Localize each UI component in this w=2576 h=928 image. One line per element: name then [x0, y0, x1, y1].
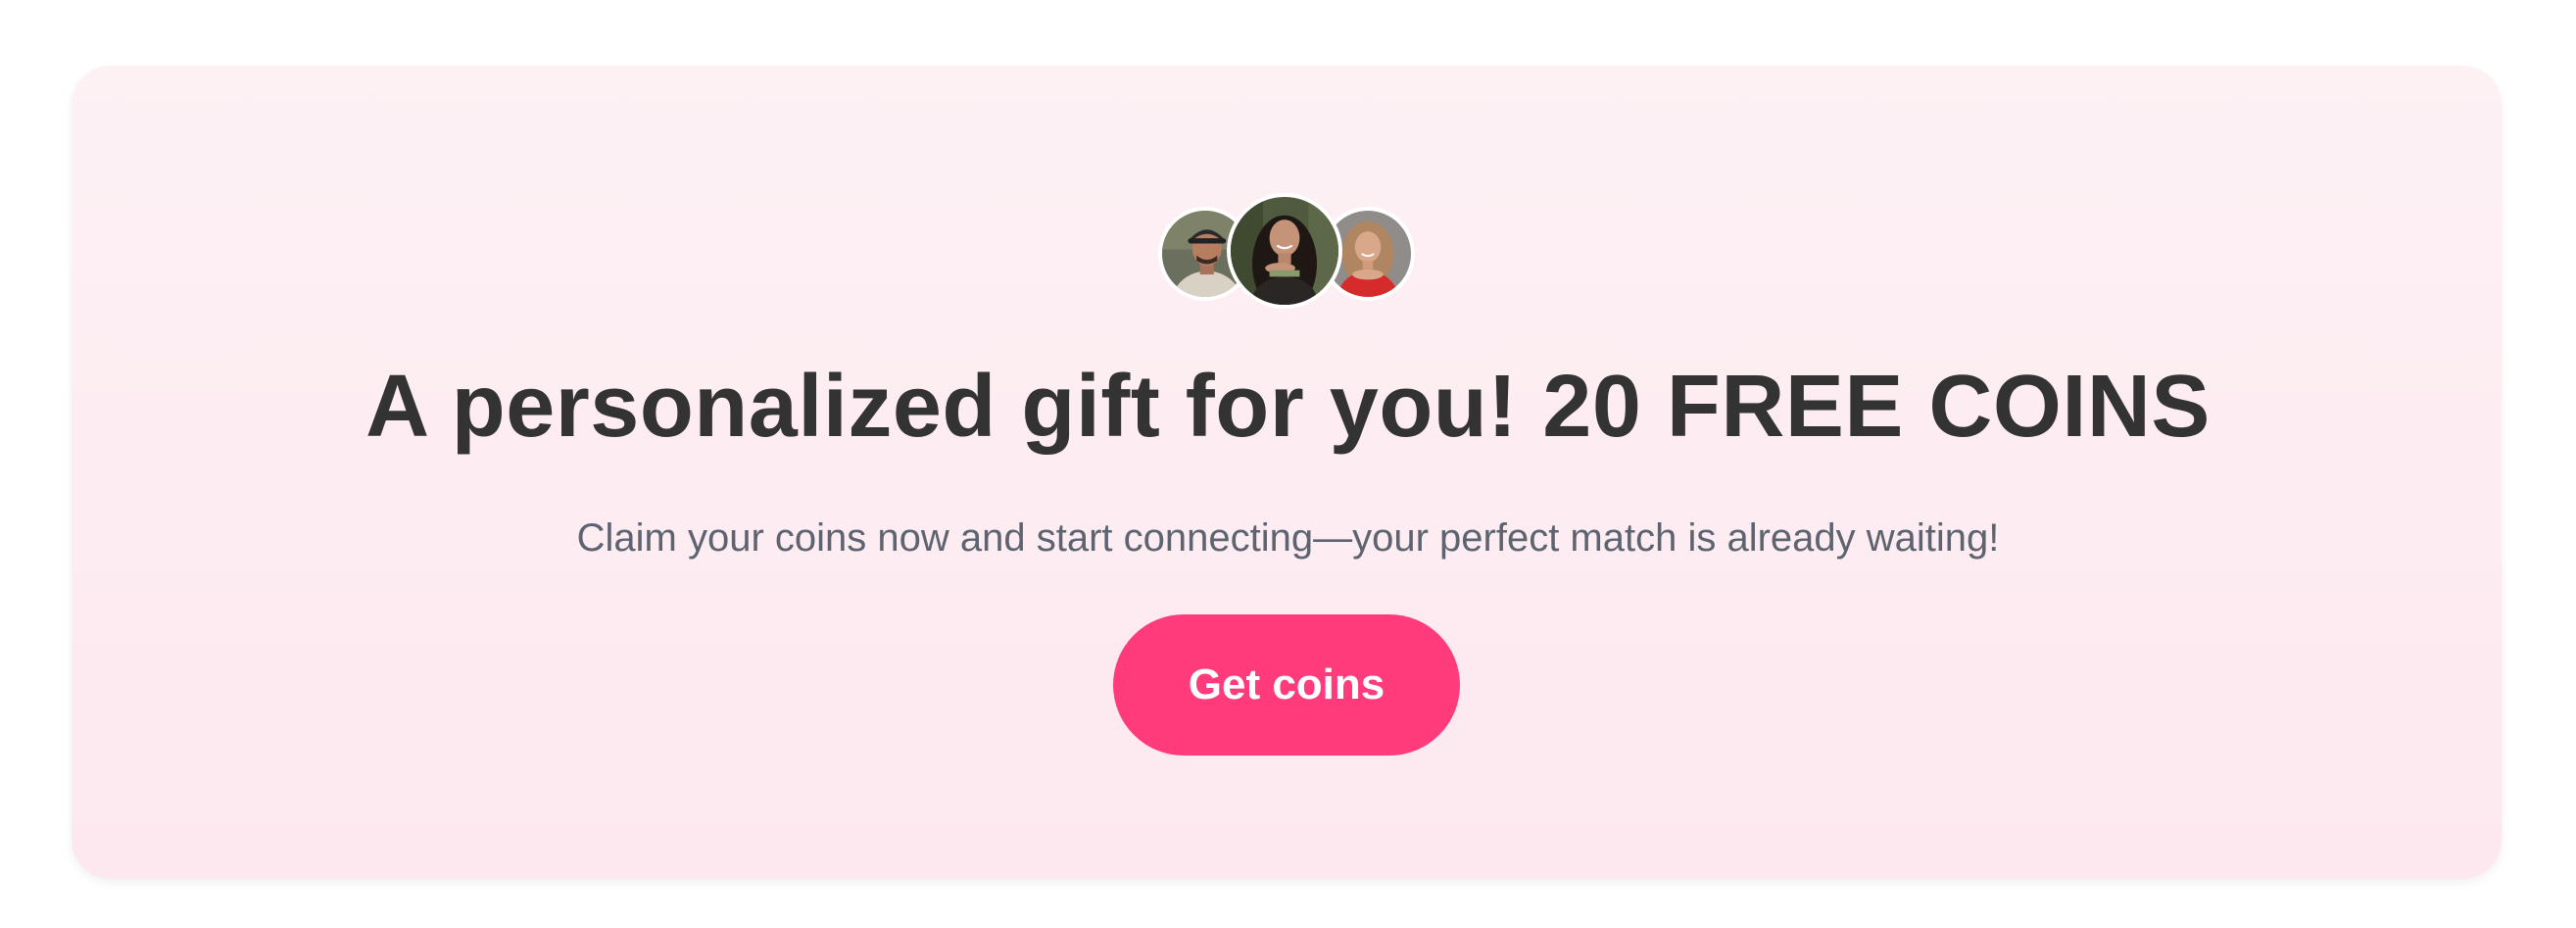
avatar-group	[1158, 193, 1415, 309]
get-coins-button[interactable]: Get coins	[1113, 614, 1460, 756]
profile-photo-woman-dark-hair	[1231, 197, 1338, 305]
promo-headline: A personalized gift for you! 20 FREE COI…	[365, 358, 2211, 456]
avatar	[1227, 193, 1342, 309]
promo-banner	[72, 66, 2502, 879]
promo-subtitle: Claim your coins now and start connectin…	[576, 516, 2000, 560]
